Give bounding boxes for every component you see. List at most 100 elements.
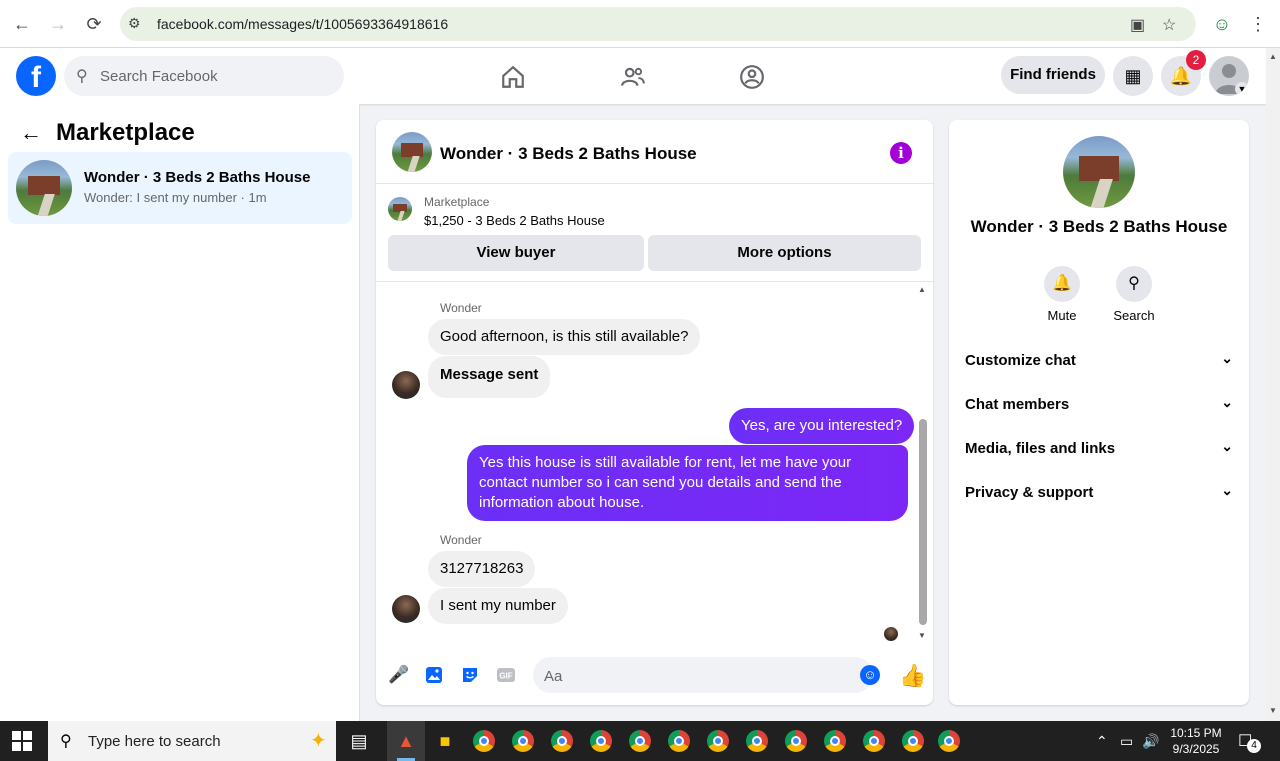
facebook-logo[interactable]: f [16, 56, 56, 96]
home-icon[interactable] [500, 64, 526, 90]
listing-thumbnail-small [388, 197, 412, 221]
task-view-icon[interactable]: ▤ [340, 721, 378, 761]
listing-thumbnail[interactable] [392, 132, 432, 172]
message-scrollbar[interactable]: ▲ ▼ [917, 283, 929, 645]
action-center-icon[interactable]: ☐ 4 [1238, 731, 1261, 753]
search-icon: ⚲ [76, 68, 88, 85]
view-buyer-button[interactable]: View buyer [388, 235, 644, 271]
sticky-notes-icon[interactable]: ■ [426, 721, 464, 761]
groups-icon[interactable] [739, 64, 765, 90]
section-media-files-links[interactable]: Media, files and links ⌄ [965, 434, 1233, 466]
kebab-menu-icon[interactable]: ⋮ [1246, 12, 1270, 36]
action-center-count: 4 [1247, 739, 1261, 753]
sender-avatar[interactable] [392, 595, 420, 623]
profile-icon[interactable]: ☺ [1210, 12, 1234, 36]
microphone-icon[interactable]: 🎤 [388, 665, 409, 685]
chrome-profile-icon[interactable] [930, 721, 968, 761]
chrome-icon[interactable] [465, 721, 503, 761]
taskbar-search-placeholder: Type here to search [88, 733, 221, 750]
sticker-icon[interactable] [460, 665, 480, 685]
message-placeholder: Aa [544, 668, 563, 685]
incoming-message[interactable]: Message sent [428, 356, 551, 398]
menu-grid-icon[interactable]: ▦ [1113, 56, 1153, 96]
outgoing-message[interactable]: Yes this house is still available for re… [467, 445, 908, 521]
chrome-profile-icon[interactable] [738, 721, 776, 761]
chrome-profile-icon[interactable] [543, 721, 581, 761]
emoji-icon[interactable]: ☺ [860, 665, 880, 685]
outgoing-message[interactable]: Yes, are you interested? [729, 408, 915, 444]
listing-thumbnail-large[interactable] [1063, 136, 1135, 208]
more-options-button[interactable]: More options [648, 235, 921, 271]
chevron-down-icon: ⌄ [1221, 482, 1233, 498]
chat-header: Wonder · 3 Beds 2 Baths House i [376, 120, 933, 184]
chrome-profile-icon[interactable] [777, 721, 815, 761]
site-settings-icon[interactable]: ⚙ [128, 15, 141, 32]
chevron-down-icon: ⌄ [1221, 438, 1233, 454]
find-friends-button[interactable]: Find friends [1001, 56, 1105, 94]
incoming-message[interactable]: Good afternoon, is this still available? [428, 319, 701, 355]
chrome-profile-icon[interactable] [582, 721, 620, 761]
incoming-message[interactable]: I sent my number [428, 588, 568, 624]
chat-title[interactable]: Wonder · 3 Beds 2 Baths House [440, 144, 697, 164]
info-title: Wonder · 3 Beds 2 Baths House [970, 217, 1228, 236]
windows-start-icon[interactable] [12, 731, 32, 751]
gif-icon[interactable]: GIF [496, 665, 516, 685]
listing-bar: Marketplace $1,250 - 3 Beds 2 Baths Hous… [376, 185, 933, 282]
chrome-profile-icon[interactable] [621, 721, 659, 761]
back-arrow-icon[interactable]: ← [20, 120, 42, 146]
address-bar[interactable]: ⚙ facebook.com/messages/t/10056933649186… [120, 7, 1196, 41]
section-label: Chat members [965, 396, 1070, 413]
network-icon[interactable]: ▭ [1120, 733, 1133, 750]
section-label: Privacy & support [965, 484, 1094, 501]
chrome-profile-icon[interactable] [699, 721, 737, 761]
search-input[interactable]: ⚲ Search Facebook [64, 56, 344, 96]
clock-time: 10:15 PM [1170, 726, 1222, 740]
search-conversation-button[interactable]: ⚲ Search [1109, 266, 1159, 323]
like-icon[interactable]: 👍 [899, 663, 926, 689]
chevron-down-icon: ⌄ [1221, 394, 1233, 410]
taskbar-search-input[interactable]: ⚲ Type here to search ✦ [48, 721, 336, 761]
reload-icon[interactable]: ⟳ [82, 12, 106, 36]
chat-window: Wonder · 3 Beds 2 Baths House i Marketpl… [376, 120, 933, 705]
section-privacy-support[interactable]: Privacy & support ⌄ [965, 478, 1233, 510]
message-input[interactable]: Aa ☺ [533, 657, 880, 693]
info-icon[interactable]: i [890, 142, 912, 164]
listing-price-title[interactable]: $1,250 - 3 Beds 2 Baths House [424, 213, 605, 228]
page-scrollbar[interactable]: ▲ ▼ [1266, 48, 1280, 721]
mute-button[interactable]: 🔔 Mute [1037, 266, 1087, 323]
chevron-up-icon[interactable]: ⌃ [1096, 733, 1108, 750]
taskbar-clock[interactable]: 10:15 PM 9/3/2025 [1168, 725, 1224, 757]
section-customize-chat[interactable]: Customize chat ⌄ [965, 346, 1233, 378]
friends-icon[interactable] [620, 64, 646, 90]
conversation-preview: Wonder: I sent my number · 1m [84, 190, 267, 205]
photo-icon[interactable] [424, 665, 444, 685]
chat-list-pane: ← Marketplace Wonder · 3 Beds 2 Baths Ho… [0, 104, 360, 721]
chrome-profile-icon[interactable] [504, 721, 542, 761]
forward-arrow-icon[interactable]: → [46, 12, 70, 36]
pinned-app-icon[interactable]: ▲ [387, 721, 425, 761]
listing-thumbnail [16, 160, 72, 216]
volume-icon[interactable]: 🔊 [1142, 733, 1159, 750]
message-list: Wonder Good afternoon, is this still ava… [376, 283, 933, 645]
scroll-down-icon[interactable]: ▼ [918, 631, 926, 640]
install-app-icon[interactable]: ▣ [1130, 15, 1145, 35]
conversation-name: Wonder · 3 Beds 2 Baths House [84, 169, 311, 186]
incoming-message[interactable]: 3127718263 [428, 551, 536, 587]
chrome-profile-icon[interactable] [816, 721, 854, 761]
sender-avatar[interactable] [392, 371, 420, 399]
scrollbar-thumb[interactable] [919, 419, 927, 625]
chrome-profile-icon[interactable] [660, 721, 698, 761]
message-sender: Wonder [440, 533, 482, 547]
scroll-up-icon[interactable]: ▲ [1269, 52, 1277, 61]
account-avatar[interactable]: ▼ [1209, 56, 1249, 96]
bookmark-star-icon[interactable]: ☆ [1162, 15, 1176, 35]
message-sender: Wonder [440, 301, 482, 315]
section-chat-members[interactable]: Chat members ⌄ [965, 390, 1233, 422]
back-arrow-icon[interactable]: ← [10, 12, 34, 36]
scroll-down-icon[interactable]: ▼ [1269, 706, 1277, 715]
chrome-profile-icon[interactable] [894, 721, 932, 761]
conversation-item[interactable]: Wonder · 3 Beds 2 Baths House Wonder: I … [8, 152, 352, 224]
scroll-up-icon[interactable]: ▲ [918, 285, 926, 294]
mute-label: Mute [1047, 308, 1077, 323]
chrome-profile-icon[interactable] [855, 721, 893, 761]
